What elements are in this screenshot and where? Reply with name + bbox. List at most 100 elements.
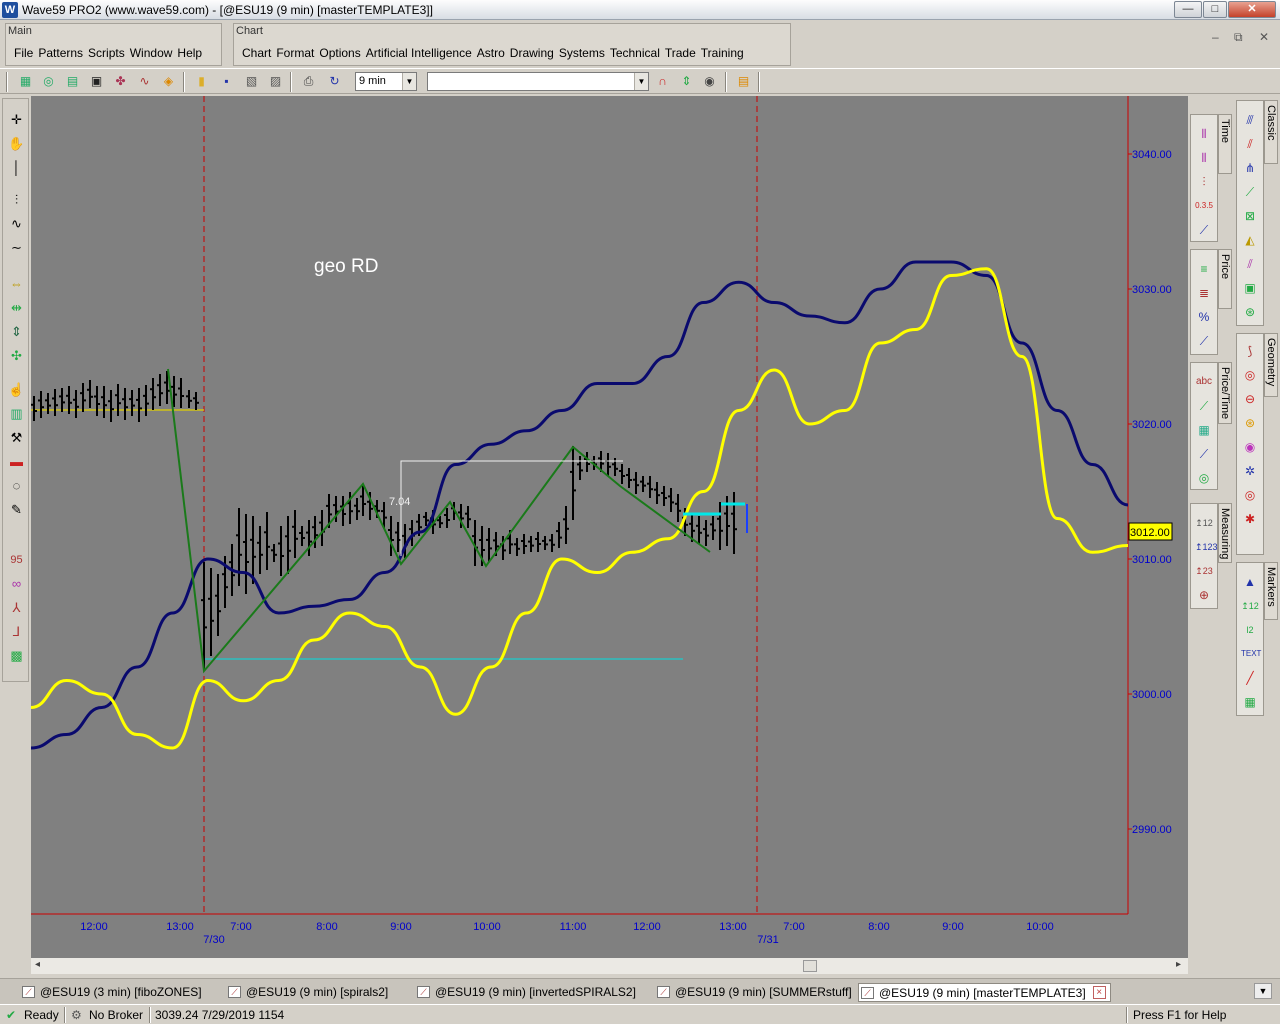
close-button[interactable]: ✕ (1228, 1, 1276, 18)
fit-vertical-icon[interactable]: ⇕ (7, 323, 26, 341)
parallel-lines-icon[interactable]: ⫽ (1241, 135, 1259, 153)
square-spiral-icon[interactable]: ▣ (1241, 279, 1259, 297)
text-abc-icon[interactable]: abc (1195, 373, 1213, 391)
print-icon[interactable]: ⎙ (300, 73, 317, 90)
chart-menu-options[interactable]: Options (319, 46, 360, 60)
price-retrace-icon[interactable]: ≣ (1195, 284, 1213, 302)
projection-icon[interactable]: ⟋ (1195, 445, 1213, 463)
mdi-close-button[interactable]: ✕ (1259, 30, 1269, 44)
crosshair-icon[interactable]: ✛ (7, 111, 26, 129)
trash-icon[interactable]: ▥ (7, 405, 26, 423)
arc-fan-icon[interactable]: ⟆ (1241, 342, 1259, 360)
chart-menu-systems[interactable]: Systems (559, 46, 605, 60)
expand-horizontal-icon[interactable]: ⇔ (7, 275, 26, 293)
triangle-icon[interactable]: ◭ (1241, 231, 1259, 249)
grid-marker-icon[interactable]: ▦ (1241, 693, 1259, 711)
time-ruler-icon[interactable]: ⫶ (1195, 173, 1213, 191)
chart-menu-trade[interactable]: Trade (665, 46, 696, 60)
tab-list-chevron-icon[interactable]: ▼ (1254, 983, 1272, 999)
up-down-arrows-icon[interactable]: ⇕ (678, 73, 695, 90)
golden-circle-icon[interactable]: ⊛ (1241, 414, 1259, 432)
compass-icon[interactable]: ✲ (1241, 462, 1259, 480)
chart-scrollbar[interactable]: ◂ ▸ (31, 958, 1188, 974)
marker-12-icon[interactable]: ↥12 (1241, 597, 1259, 615)
price-chart[interactable]: 3040.00 3030.00 3020.00 3010.00 3000.00 2990.… (31, 96, 1188, 958)
alert-icon[interactable]: ◈ (160, 73, 177, 90)
mdi-minimize-button[interactable]: – (1212, 30, 1219, 44)
chart-menu-technical[interactable]: Technical (610, 46, 660, 60)
hand-pan-icon[interactable]: ✋ (7, 135, 26, 153)
main-menu-scripts[interactable]: Scripts (88, 46, 125, 60)
circle-icon[interactable]: ◎ (1241, 366, 1259, 384)
curve-tool-icon[interactable]: ∼ (7, 239, 26, 257)
star-icon[interactable]: ✱ (1241, 510, 1259, 528)
snapshot-icon[interactable]: ▣ (88, 73, 105, 90)
layout-icon[interactable]: ▨ (267, 73, 284, 90)
pencil-icon[interactable]: ✎ (7, 501, 26, 519)
interval-select[interactable]: 9 min ▼ (355, 72, 417, 91)
markers-panel-tab[interactable]: Markers (1264, 562, 1278, 620)
tab-spirals2[interactable]: ⟋ @ESU19 (9 min) [spirals2] (226, 983, 388, 1002)
main-menu-file[interactable]: File (14, 46, 33, 60)
close-tab-icon[interactable]: × (1092, 986, 1106, 999)
gann-fan-icon[interactable]: ⟋ (1241, 183, 1259, 201)
measure-12-icon[interactable]: ↥12 (1195, 514, 1213, 532)
percent-icon[interactable]: % (1195, 308, 1213, 326)
price-trend-icon[interactable]: ⟋ (1195, 332, 1213, 350)
wrench-icon[interactable]: ⚒ (7, 429, 26, 447)
zoom-chart-icon[interactable]: ◎ (40, 73, 57, 90)
maximize-button[interactable]: □ (1203, 1, 1227, 18)
chevron-down-icon[interactable]: ▼ (402, 73, 416, 90)
grid-pattern-icon[interactable]: ▩ (7, 647, 26, 665)
measure-abc-icon[interactable]: ↥23 (1195, 562, 1213, 580)
wave-count-1-icon[interactable]: ⅄ (7, 599, 26, 617)
tab-fibozones[interactable]: ⟋ @ESU19 (3 min) [fiboZONES] (20, 983, 202, 1002)
chart-template-icon[interactable]: ▧ (243, 73, 260, 90)
geometry-panel-tab[interactable]: Geometry (1264, 333, 1278, 397)
spiral-circle-icon[interactable]: ◉ (1241, 438, 1259, 456)
square-of-nine-icon[interactable]: ⊛ (1241, 303, 1259, 321)
new-chart-icon[interactable]: ▦ (17, 73, 34, 90)
mdi-restore-button[interactable]: ⧉ (1234, 30, 1243, 45)
time-cycles-icon[interactable]: ⦀ (1195, 125, 1213, 143)
time-lines-icon[interactable]: ⦀ (1195, 149, 1213, 167)
price-levels-icon[interactable]: ≡ (1195, 260, 1213, 278)
sine-wave-icon[interactable]: ∞ (7, 575, 26, 593)
bullseye-icon[interactable]: ◎ (1241, 486, 1259, 504)
minimize-button[interactable]: — (1174, 1, 1202, 18)
open-folder-icon[interactable]: ▮ (193, 73, 210, 90)
move-icon[interactable]: ✣ (7, 347, 26, 365)
vertical-line-icon[interactable]: │ (7, 159, 26, 177)
redo-icon[interactable]: ↻ (326, 73, 343, 90)
wave-count-2-icon[interactable]: ⅃ (7, 623, 26, 641)
chart-menu-training[interactable]: Training (701, 46, 744, 60)
chart-menu-format[interactable]: Format (276, 46, 314, 60)
pitchfork-icon[interactable]: ⋔ (1241, 159, 1259, 177)
chart-menu-chart[interactable]: Chart (242, 46, 271, 60)
scroll-right-icon[interactable]: ▸ (1176, 959, 1181, 970)
up-marker-icon[interactable]: ▲ (1241, 573, 1259, 591)
main-menu-window[interactable]: Window (130, 46, 173, 60)
measure-123-icon[interactable]: ↥123 (1195, 538, 1218, 556)
text-marker-icon[interactable]: TEXT (1241, 645, 1261, 663)
scroll-thumb[interactable] (803, 960, 817, 972)
main-menu-patterns[interactable]: Patterns (38, 46, 83, 60)
symbol-select[interactable]: ▼ (427, 72, 649, 91)
target-icon[interactable]: ⊕ (1195, 586, 1213, 604)
fit-horizontal-icon[interactable]: ⇹ (7, 299, 26, 317)
chevron-down-icon[interactable]: ▼ (634, 73, 648, 90)
price-panel-tab[interactable]: Price (1218, 249, 1232, 309)
time-trend-icon[interactable]: ⟋ (1195, 221, 1213, 239)
time-panel-tab[interactable]: Time (1218, 114, 1232, 174)
save-icon[interactable]: ▪ (218, 73, 235, 90)
gann-box-icon[interactable]: ⊠ (1241, 207, 1259, 225)
ellipse-icon[interactable]: ⊖ (1241, 390, 1259, 408)
wave-chart-icon[interactable]: ∿ (136, 73, 153, 90)
box-grid-icon[interactable]: ▦ (1195, 421, 1213, 439)
spiral-icon[interactable]: ◎ (1195, 469, 1213, 487)
refresh-chart-icon[interactable]: ▤ (64, 73, 81, 90)
classic-panel-tab[interactable]: Classic (1264, 100, 1278, 164)
trade-panel-icon[interactable]: ▤ (735, 73, 752, 90)
color-scheme-icon[interactable]: ✤ (112, 73, 129, 90)
line-marker-icon[interactable]: ╱ (1241, 669, 1259, 687)
